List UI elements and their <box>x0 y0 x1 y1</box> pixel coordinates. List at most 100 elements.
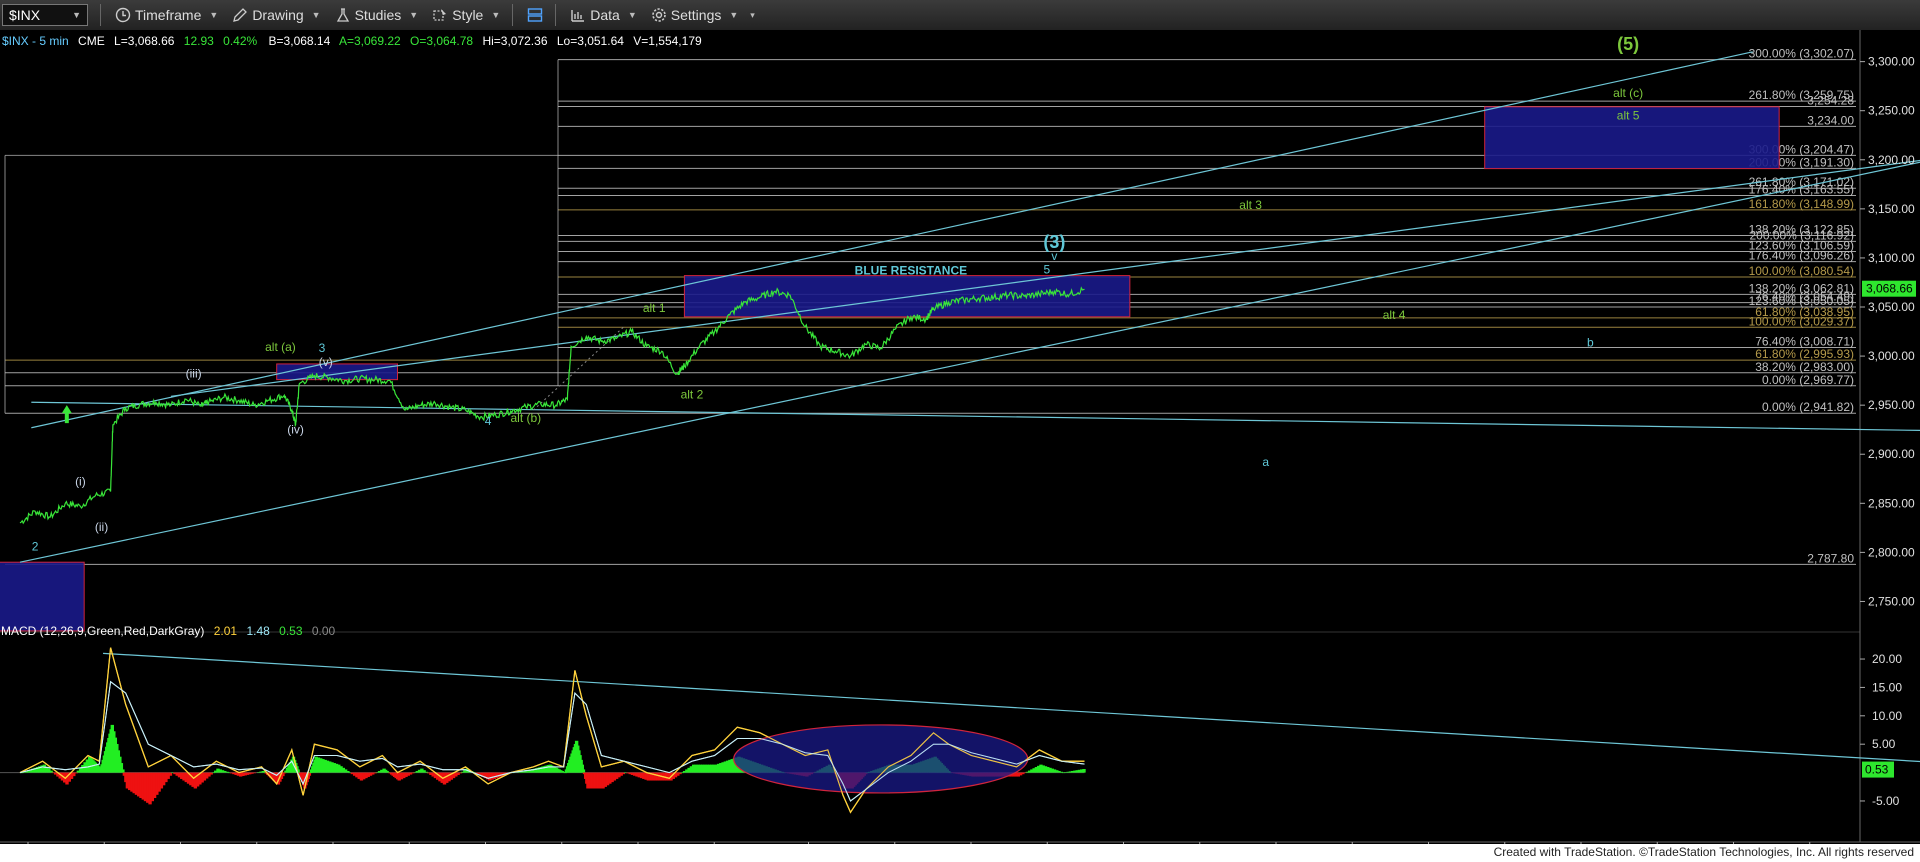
drawing-label: Drawing <box>252 7 304 23</box>
fib-label: 0.00% (2,969.77) <box>1762 373 1854 387</box>
macd-tick-label: 10.00 <box>1872 709 1902 723</box>
wave-label: alt (a) <box>265 340 296 354</box>
settings-menu[interactable]: Settings ▼ ▾ <box>651 0 755 30</box>
footer: Created with TradeStation. ©TradeStation… <box>0 844 1920 862</box>
wave-label: (v) <box>319 355 333 369</box>
macd-value: 2.01 <box>214 624 238 638</box>
signal-value: 1.48 <box>246 624 270 638</box>
drawing-menu[interactable]: Drawing ▼ <box>232 0 321 30</box>
macd-hist-bar <box>680 772 685 774</box>
fib-label: 161.80% (3,148.99) <box>1749 197 1854 211</box>
toolbar-divider <box>512 4 514 26</box>
macd-hist-bar <box>74 772 78 774</box>
wave-label: (iii) <box>186 367 202 381</box>
macd-hist-bar <box>346 770 350 773</box>
macd-hist-bar <box>308 772 313 774</box>
macd-hist-bar <box>1059 771 1064 773</box>
toolbar: $INX ▼ Timeframe ▼ Drawing ▼ Studies ▼ S… <box>0 0 1920 31</box>
wave-label: 4 <box>485 414 492 428</box>
price-tick-label: 2,950.00 <box>1868 398 1915 412</box>
fib-label: 0.00% (2,941.82) <box>1762 400 1854 414</box>
quote-line: $INX - 5 min CME L=3,068.66 12.93 0.42% … <box>2 34 702 48</box>
quote-volume: V=1,554,179 <box>633 34 702 48</box>
macd-hist-bar <box>1061 772 1066 774</box>
macd-hist-bar <box>458 772 463 774</box>
quote-change-pct: 0.42% <box>223 34 257 48</box>
fib-label: 100.00% (3,029.37) <box>1749 314 1854 328</box>
price-tick-label: 3,100.00 <box>1868 251 1915 265</box>
style-menu[interactable]: Style ▼ <box>432 0 500 30</box>
macd-tick-label: 5.00 <box>1872 737 1896 751</box>
layout-icon <box>528 8 543 22</box>
wave-label: (5) <box>1617 34 1639 54</box>
wave-iv-box <box>276 363 399 381</box>
wave-label: (iv) <box>287 423 304 437</box>
macd-hist-bar <box>121 769 125 773</box>
price-tick-label: 3,050.00 <box>1868 300 1915 314</box>
quote-high: Hi=3,072.36 <box>482 34 547 48</box>
price-tick-label: 2,900.00 <box>1868 447 1915 461</box>
macd-last-label: 0.53 <box>1865 763 1889 777</box>
wave-label: alt (b) <box>511 411 542 425</box>
price-tick-label: 2,850.00 <box>1868 496 1915 510</box>
quote-open: O=3,064.78 <box>410 34 473 48</box>
symbol-value: $INX <box>9 7 41 23</box>
layout-button[interactable] <box>527 0 543 30</box>
chevron-down-icon: ▼ <box>72 10 81 20</box>
clock-icon <box>115 7 131 23</box>
style-icon <box>433 9 447 21</box>
chevron-down-icon: ▼ <box>491 10 501 20</box>
wave-label: BLUE RESISTANCE <box>855 264 967 278</box>
fib-label: 100.00% (3,080.54) <box>1749 264 1854 278</box>
overflow-caret-icon: ▾ <box>750 9 755 20</box>
chevron-down-icon: ▼ <box>729 10 739 20</box>
macd-header: MACD (12,26,9,Green,Red,DarkGray) 2.01 1… <box>1 624 336 638</box>
macd-hist-bar <box>581 769 586 773</box>
wave-label: alt 2 <box>681 387 704 401</box>
wave-label: (i) <box>75 475 86 489</box>
data-menu[interactable]: Data ▼ <box>570 0 637 30</box>
price-tick-label: 2,800.00 <box>1868 545 1915 559</box>
fib-label: 3,234.00 <box>1807 113 1854 127</box>
price-tick-label: 2,750.00 <box>1868 594 1915 608</box>
bar-chart-icon <box>571 10 585 22</box>
macd-hist-bar <box>411 772 415 774</box>
wave-label: 5 <box>1043 263 1050 277</box>
timeframe-menu[interactable]: Timeframe ▼ <box>115 0 218 30</box>
style-label: Style <box>452 7 484 23</box>
wave-label: alt 1 <box>643 301 666 315</box>
lower-left-box <box>0 561 85 632</box>
toolbar-divider <box>555 4 557 26</box>
macd-hist-bar <box>282 772 287 774</box>
symbol-selector[interactable]: $INX ▼ <box>2 4 88 26</box>
hist-value: 0.53 <box>279 624 303 638</box>
wave-label: (ii) <box>95 520 108 534</box>
wave-label: alt 4 <box>1383 308 1406 322</box>
macd-hist-bar <box>373 772 377 774</box>
studies-menu[interactable]: Studies ▼ <box>335 0 419 30</box>
price-tick-label: 3,300.00 <box>1868 55 1915 69</box>
fib-label: 2,787.80 <box>1807 551 1854 565</box>
wave-label: b <box>1587 335 1594 349</box>
wave-label: a <box>1262 455 1269 469</box>
wave-label: 3 <box>319 341 326 355</box>
wave-label: alt 3 <box>1239 198 1262 212</box>
gear-icon <box>651 8 666 22</box>
price-tick-label: 3,200.00 <box>1868 153 1915 167</box>
chevron-down-icon: ▼ <box>209 10 219 20</box>
macd-hist-bar <box>49 770 53 773</box>
macd-hist-bar <box>211 772 216 774</box>
settings-label: Settings <box>670 7 722 23</box>
wave-label: alt (c) <box>1613 86 1643 100</box>
price-tick-label: 3,250.00 <box>1868 104 1915 118</box>
price-chart[interactable]: 300.00% (3,302.07)261.80% (3,259.75)3,25… <box>0 30 1920 862</box>
chevron-down-icon: ▼ <box>409 10 419 20</box>
copyright-text: Created with TradeStation. ©TradeStation… <box>1493 845 1914 859</box>
studies-label: Studies <box>354 7 402 23</box>
quote-change: 12.93 <box>184 34 214 48</box>
macd-tick-label: -5.00 <box>1872 794 1900 808</box>
macd-tick-label: 20.00 <box>1872 652 1902 666</box>
flask-icon <box>336 8 349 22</box>
price-tick-label: 3,000.00 <box>1868 349 1915 363</box>
timeframe-label: Timeframe <box>135 7 202 23</box>
